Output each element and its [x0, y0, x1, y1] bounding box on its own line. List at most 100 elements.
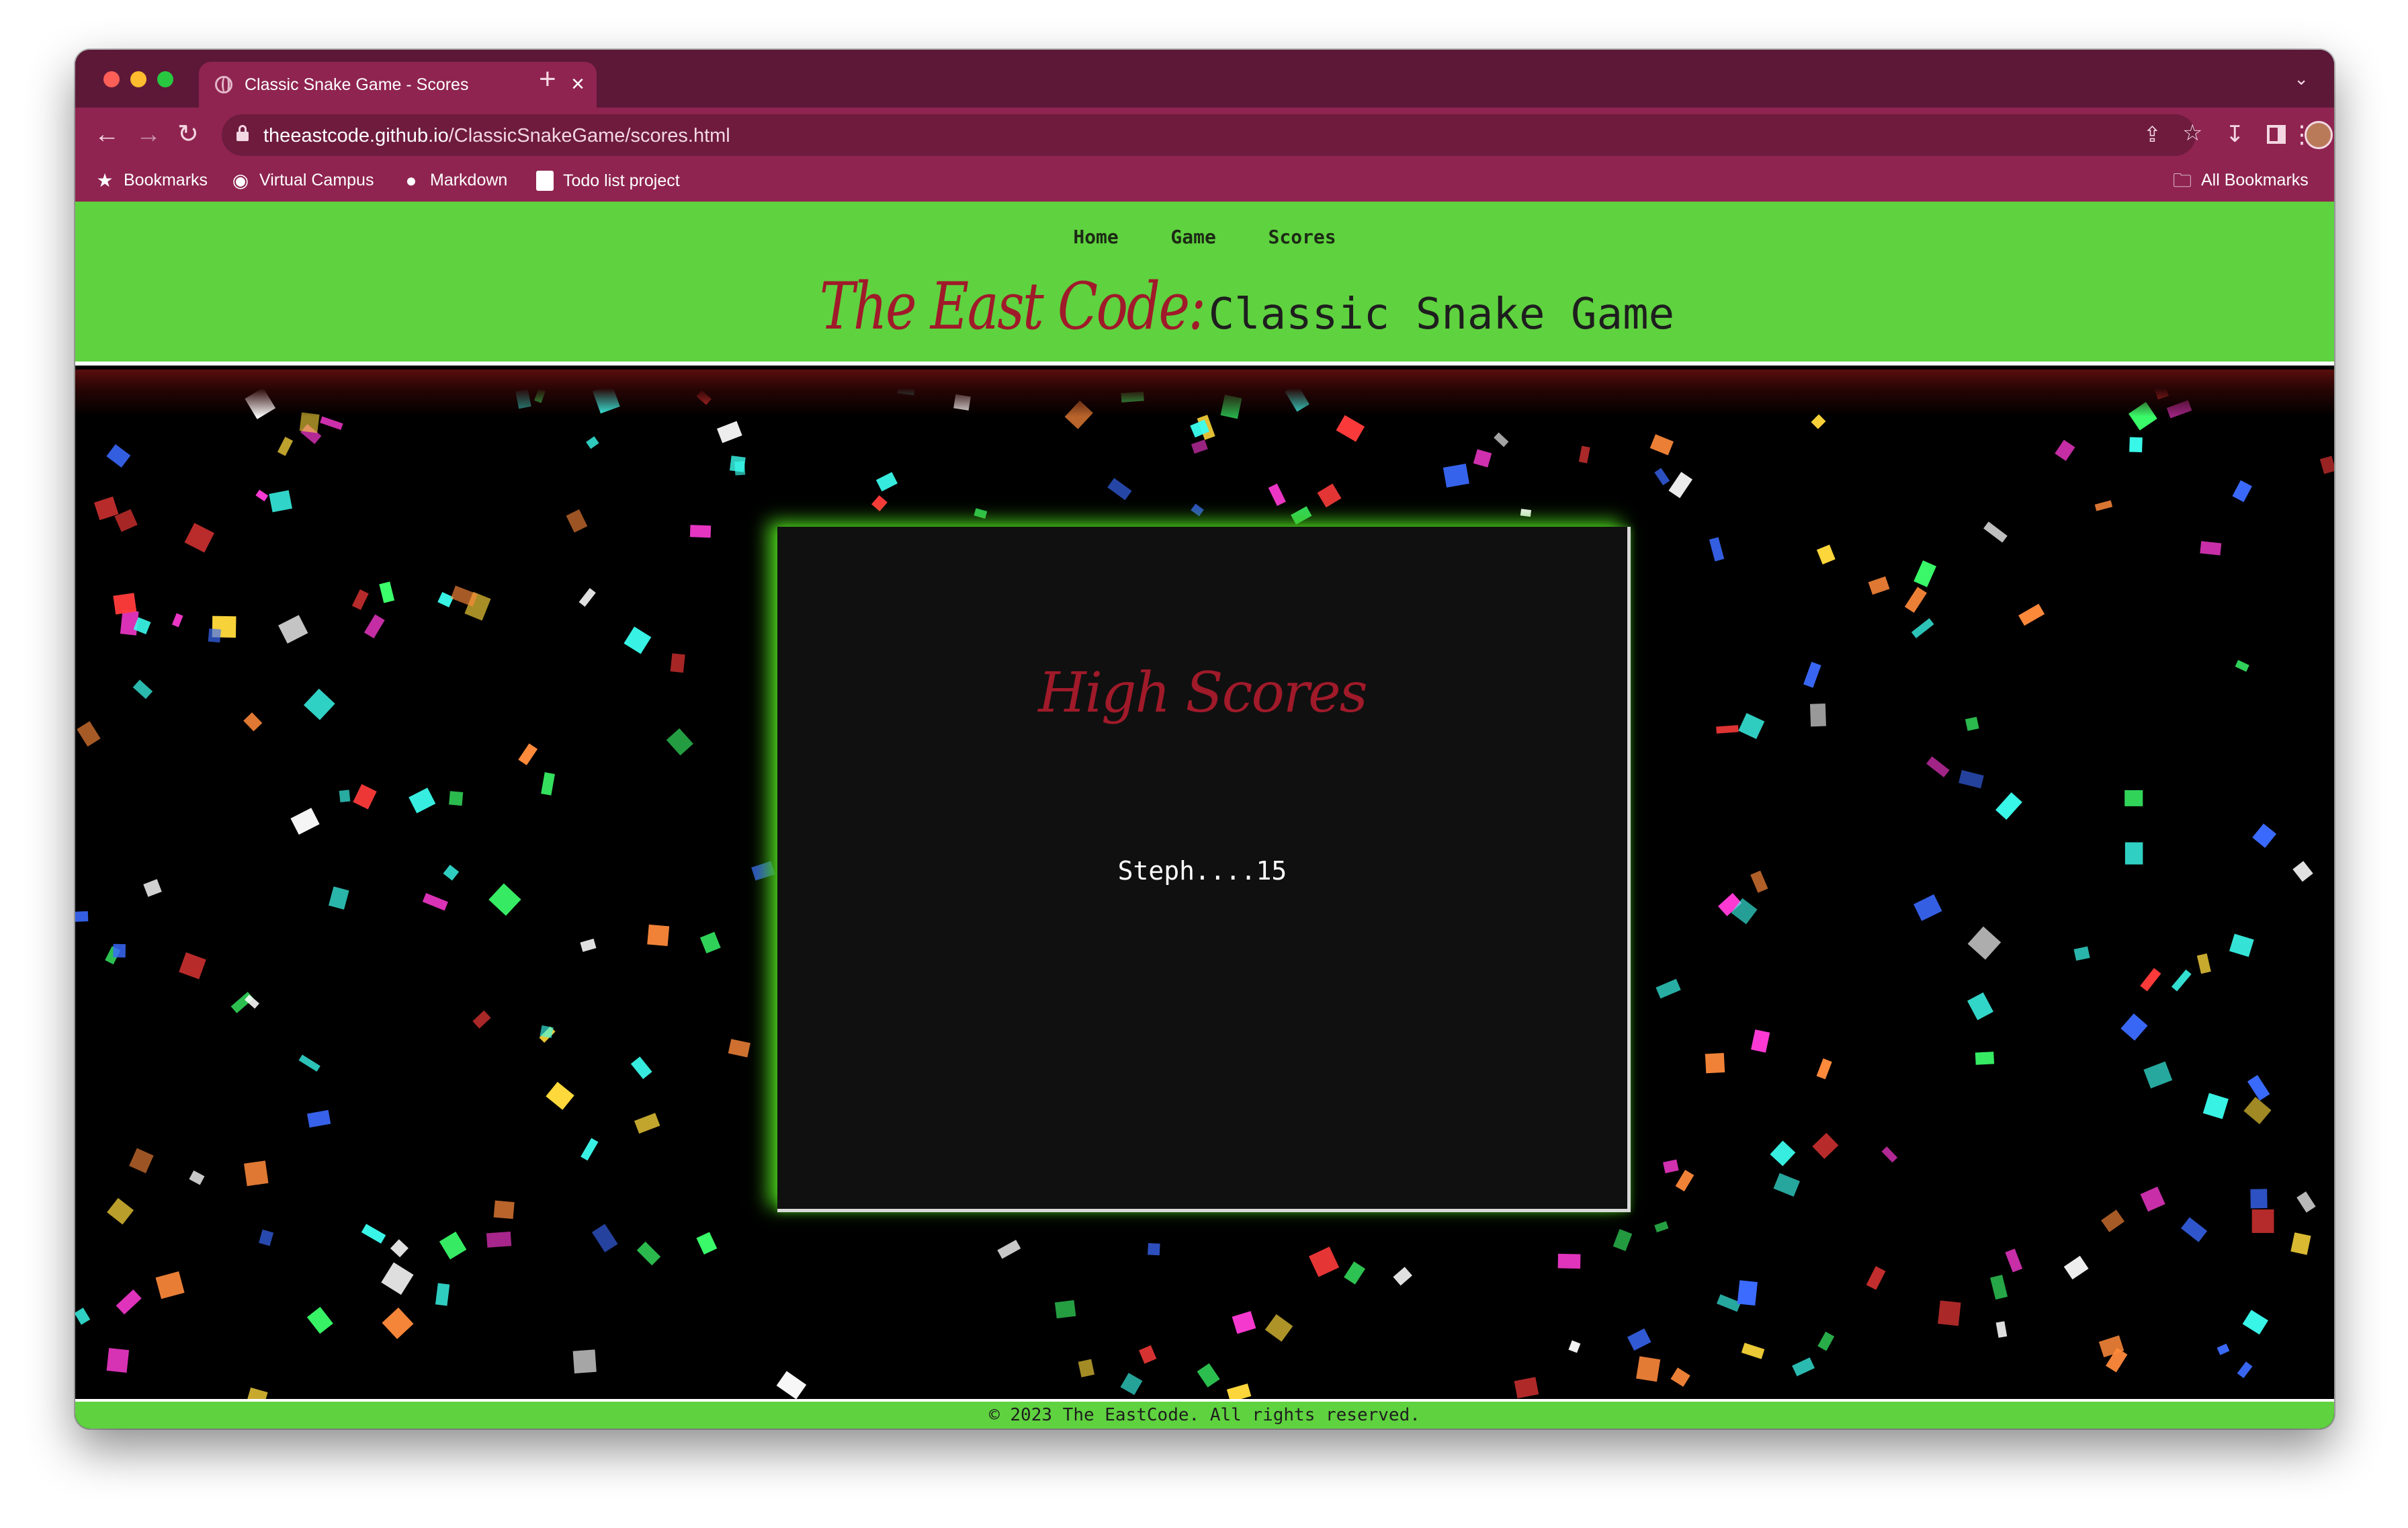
all-bookmarks-button[interactable]: 🗀 All Bookmarks — [2173, 171, 2309, 190]
close-window-button[interactable] — [103, 71, 120, 87]
bookmark-item[interactable]: Todo list project — [536, 171, 680, 191]
url-text[interactable]: theeastcode.github.io/ClassicSnakeGame/s… — [263, 125, 730, 147]
confetti-piece — [1107, 478, 1132, 501]
confetti-piece — [179, 952, 206, 980]
confetti-piece — [1139, 1345, 1157, 1364]
site-title: The East Code:Classic Snake Game — [75, 269, 2334, 344]
side-panel-icon[interactable] — [2267, 125, 2286, 144]
document-icon — [536, 171, 554, 191]
confetti-piece — [689, 525, 712, 538]
confetti-piece — [2171, 969, 2192, 992]
high-scores-panel: High Scores Steph....15 — [777, 527, 1631, 1212]
folder-icon: 🗀 — [2173, 169, 2192, 191]
confetti-piece — [2063, 1255, 2089, 1280]
close-tab-icon[interactable]: × — [571, 71, 585, 97]
forward-arrow-icon[interactable]: → — [136, 121, 161, 148]
confetti-piece — [1990, 1275, 2008, 1300]
confetti-piece — [1868, 576, 1890, 595]
confetti-piece — [382, 1307, 414, 1339]
maximize-window-button[interactable] — [157, 71, 173, 87]
confetti-piece — [2251, 1209, 2274, 1233]
confetti-piece — [2232, 480, 2252, 503]
confetti-piece — [2235, 660, 2249, 672]
url-host: theeastcode.github.io — [263, 125, 449, 146]
confetti-piece — [1995, 792, 2022, 820]
bookmark-item[interactable]: ★ Bookmarks — [95, 171, 208, 190]
confetti-piece — [390, 1239, 408, 1258]
confetti-piece — [437, 591, 454, 607]
confetti-piece — [647, 924, 670, 947]
confetti-piece — [106, 444, 131, 468]
tab-search-chevron-icon[interactable]: ⌄ — [2294, 69, 2309, 89]
nav-scores-link[interactable]: Scores — [1268, 226, 1336, 248]
confetti-piece — [1967, 992, 1993, 1021]
new-tab-button[interactable]: + — [539, 65, 556, 94]
confetti-piece — [408, 788, 436, 814]
confetti-piece — [670, 653, 685, 673]
confetti-piece — [2143, 1061, 2173, 1089]
confetti-piece — [1344, 1261, 1366, 1285]
confetti-piece — [363, 614, 385, 639]
confetti-piece — [1393, 1267, 1412, 1286]
confetti-piece — [1751, 1029, 1770, 1053]
confetti-piece — [2129, 437, 2143, 453]
confetti-piece — [77, 721, 101, 747]
confetti-piece — [2250, 1189, 2268, 1209]
bookmark-star-icon[interactable]: ☆ — [2182, 120, 2202, 146]
confetti-piece — [244, 1160, 269, 1187]
brand-name: The East Code: — [819, 269, 1206, 344]
confetti-piece — [439, 1231, 467, 1260]
bookmark-item[interactable]: ◉ Virtual Campus — [231, 171, 374, 190]
back-arrow-icon[interactable]: ← — [94, 121, 120, 148]
confetti-piece — [2055, 439, 2075, 462]
confetti-piece — [208, 628, 221, 643]
confetti-piece — [106, 1348, 130, 1373]
address-bar[interactable]: theeastcode.github.io/ClassicSnakeGame/s… — [222, 114, 2202, 156]
confetti-piece — [591, 1224, 618, 1253]
confetti-piece — [518, 743, 538, 765]
confetti-piece — [290, 808, 320, 835]
globe-icon — [215, 76, 232, 93]
confetti-piece — [2196, 953, 2211, 974]
reload-icon[interactable]: ↻ — [177, 121, 199, 148]
bookmark-item[interactable]: ● Markdown — [402, 171, 508, 190]
confetti-piece — [540, 1025, 554, 1038]
confetti-piece — [129, 1148, 154, 1174]
confetti-piece — [2073, 946, 2090, 961]
share-icon[interactable]: ⇪ — [2143, 121, 2161, 148]
download-icon[interactable]: ↧ — [2225, 121, 2245, 148]
confetti-piece — [974, 508, 988, 519]
confetti-piece — [1904, 587, 1927, 613]
browser-window: Classic Snake Game - Scores × + ⌄ ← → ↻ … — [75, 50, 2334, 1429]
confetti-piece — [1959, 770, 1984, 789]
confetti-piece — [1675, 1169, 1694, 1192]
confetti-piece — [734, 461, 746, 476]
confetti-piece — [353, 783, 377, 810]
menu-kebab-icon[interactable]: ⋮ — [2290, 121, 2314, 148]
active-tab[interactable]: Classic Snake Game - Scores × — [199, 62, 597, 108]
confetti-piece — [450, 585, 478, 607]
confetti-piece — [1995, 1321, 2008, 1338]
confetti-piece — [2101, 1209, 2125, 1232]
confetti-piece — [728, 1039, 750, 1058]
minimize-window-button[interactable] — [130, 71, 146, 87]
confetti-piece — [1967, 926, 2002, 960]
confetti-piece — [2124, 790, 2143, 806]
confetti-piece — [243, 712, 263, 732]
nav-home-link[interactable]: Home — [1073, 226, 1118, 248]
confetti-piece — [1809, 703, 1826, 727]
confetti-piece — [1983, 521, 2008, 543]
tab-strip: Classic Snake Game - Scores × + ⌄ — [75, 50, 2334, 108]
confetti-piece — [1716, 725, 1739, 734]
nav-game-link[interactable]: Game — [1170, 226, 1215, 248]
confetti-piece — [1705, 1052, 1725, 1074]
confetti-piece — [580, 938, 597, 952]
confetti-piece — [751, 861, 775, 881]
confetti-piece — [875, 472, 898, 492]
confetti-piece — [1191, 439, 1208, 454]
confetti-piece — [255, 489, 269, 502]
site-nav: Home Game Scores — [75, 226, 2334, 248]
confetti-piece — [422, 893, 448, 911]
confetti-piece — [1578, 445, 1590, 464]
url-path: /ClassicSnakeGame/scores.html — [448, 125, 730, 146]
